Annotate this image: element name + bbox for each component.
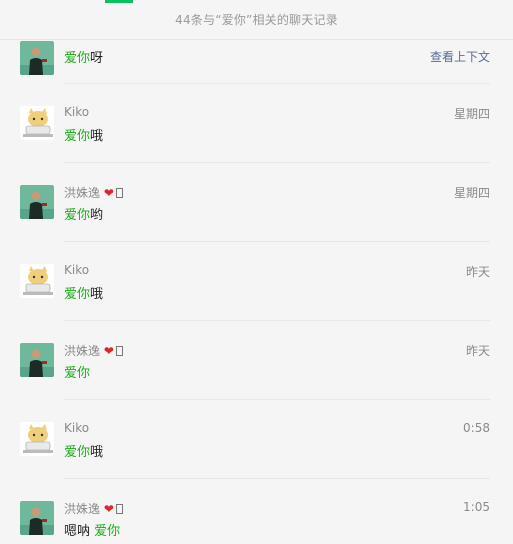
message-time: 星期四	[453, 186, 490, 200]
sender-name: 洪姝逸 ❤	[64, 500, 123, 517]
message-time: 昨天	[465, 265, 490, 279]
results-summary: 44条与“爱你”相关的聊天记录	[175, 13, 338, 27]
message-row[interactable]: Kiko 0:58 爱你哦	[0, 400, 513, 479]
message-content: 爱你呀	[64, 51, 104, 66]
avatar[interactable]	[20, 185, 54, 219]
message-row[interactable]: 洪姝逸 ❤ 星期四 爱你哟	[0, 163, 513, 242]
avatar[interactable]	[20, 41, 54, 75]
cat-avatar-icon	[20, 106, 54, 140]
sender-name: 洪姝逸 ❤	[64, 184, 123, 201]
unknown-glyph-icon	[115, 346, 123, 356]
message-row[interactable]: Kiko 昨天 爱你哦	[0, 242, 513, 321]
message-content: 爱你哦	[64, 287, 104, 302]
green-man-avatar-icon	[20, 501, 54, 535]
unknown-glyph-icon	[115, 504, 123, 514]
message-content: 嗯呐 爱你	[64, 524, 121, 539]
message-row[interactable]: Kiko 星期四 爱你哦	[0, 84, 513, 163]
keyword-highlight: 爱你	[64, 51, 91, 66]
green-man-avatar-icon	[20, 343, 54, 377]
message-content: 爱你哦	[64, 445, 104, 460]
message-time: 1:05	[463, 500, 490, 514]
message-time: 0:58	[463, 421, 490, 435]
cat-avatar-icon	[20, 264, 54, 298]
keyword-highlight: 爱你	[94, 524, 121, 539]
avatar[interactable]	[20, 264, 54, 298]
sender-name: Kiko	[64, 263, 90, 277]
results-header: 44条与“爱你”相关的聊天记录	[0, 0, 513, 40]
message-content: 爱你哟	[64, 208, 104, 223]
heart-icon: ❤	[103, 502, 114, 516]
message-content: 爱你哦	[64, 129, 104, 144]
active-tab-indicator	[105, 0, 133, 3]
cat-avatar-icon	[20, 422, 54, 456]
message-content: 爱你	[64, 362, 90, 381]
heart-icon: ❤	[103, 344, 114, 358]
results-list[interactable]: 爱你呀 查看上下文 Kiko 星期四 爱你哦 洪姝逸 ❤ 星期四 爱你哟 Kik…	[0, 0, 513, 544]
avatar[interactable]	[20, 343, 54, 377]
message-time: 星期四	[453, 107, 490, 121]
message-row[interactable]: 洪姝逸 ❤ 1:05 嗯呐 爱你	[0, 479, 513, 544]
green-man-avatar-icon	[20, 185, 54, 219]
sender-name: Kiko	[64, 421, 90, 435]
avatar[interactable]	[20, 422, 54, 456]
message-row[interactable]: 洪姝逸 ❤ 昨天 爱你	[0, 321, 513, 400]
chat-search-results-page: 爱你呀 查看上下文 Kiko 星期四 爱你哦 洪姝逸 ❤ 星期四 爱你哟 Kik…	[0, 0, 513, 544]
message-time: 昨天	[465, 344, 490, 358]
keyword-highlight: 爱你	[64, 129, 91, 144]
avatar[interactable]	[20, 106, 54, 140]
sender-name: 洪姝逸 ❤	[64, 342, 123, 359]
keyword-highlight: 爱你	[64, 287, 91, 302]
avatar[interactable]	[20, 501, 54, 535]
unknown-glyph-icon	[115, 188, 123, 198]
keyword-highlight: 爱你	[64, 366, 91, 381]
keyword-highlight: 爱你	[64, 208, 91, 223]
heart-icon: ❤	[103, 186, 114, 200]
green-man-avatar-icon	[20, 41, 54, 75]
view-context-link[interactable]: 查看上下文	[430, 48, 490, 65]
keyword-highlight: 爱你	[64, 445, 91, 460]
sender-name: Kiko	[64, 105, 90, 119]
